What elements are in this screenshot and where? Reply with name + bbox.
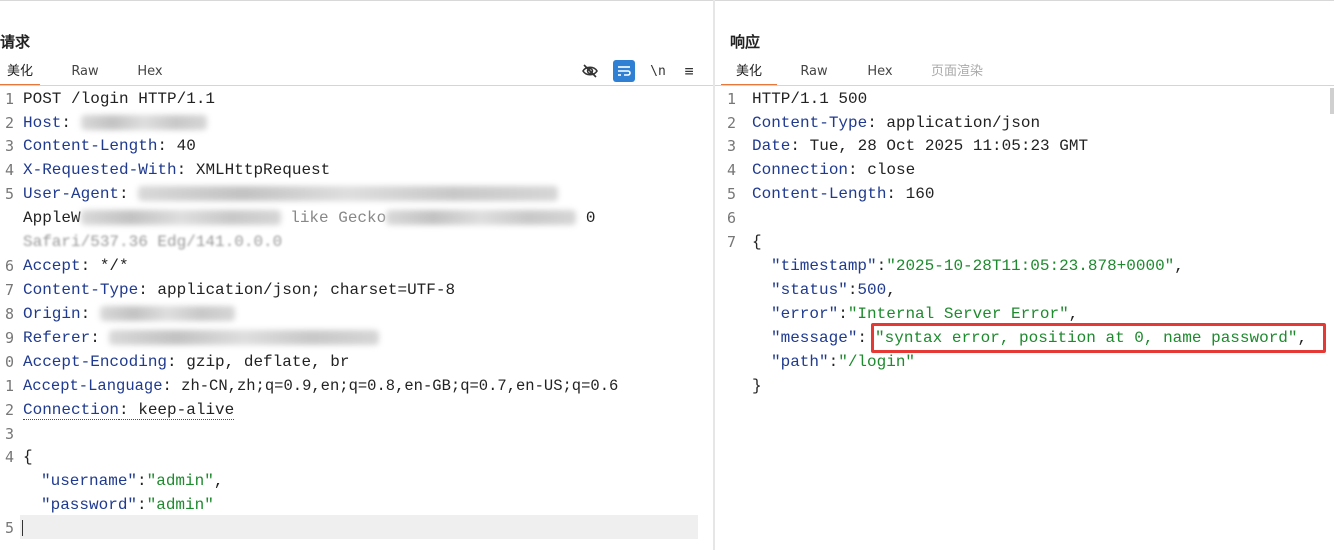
request-line: 1 Accept-Language: zh-CN,zh;q=0.9,en;q=0…: [4, 377, 619, 395]
eye-slash-icon[interactable]: [579, 60, 601, 82]
response-line: 2 Content-Type: application/json: [726, 114, 1041, 132]
request-line: 3: [4, 425, 14, 443]
response-line: 3 Date: Tue, 28 Oct 2025 11:05:23 GMT: [726, 137, 1089, 155]
tab-raw[interactable]: Raw: [62, 60, 108, 84]
response-editor[interactable]: 1 HTTP/1.1 500 2 Content-Type: applicati…: [715, 87, 1334, 550]
redacted-host: [80, 115, 207, 131]
redacted-user-agent: [138, 186, 559, 202]
request-line: 2 Connection: keep-alive: [4, 401, 235, 420]
tab-hex[interactable]: Hex: [126, 60, 174, 84]
tab-hex[interactable]: Hex: [857, 60, 903, 84]
json-line: }: [752, 377, 762, 395]
tab-pretty[interactable]: 美化: [721, 60, 777, 86]
request-line: 7 Content-Type: application/json; charse…: [4, 281, 456, 299]
request-line: 9 Referer:: [0, 326, 713, 350]
json-line: "path":"/login": [771, 353, 916, 371]
json-line: "status":500,: [771, 281, 896, 299]
tab-render[interactable]: 页面渲染: [923, 60, 991, 84]
request-line: 6 Accept: */*: [4, 257, 129, 275]
tabs-divider: [0, 85, 713, 86]
request-line: 5: [4, 519, 14, 537]
request-line: 1 POST /login HTTP/1.1: [4, 90, 216, 108]
request-editor[interactable]: 1 POST /login HTTP/1.1 2 Host: 3 Content…: [0, 87, 713, 550]
request-line-continued: AppleW like Gecko 0: [23, 209, 596, 227]
wrap-icon[interactable]: [613, 60, 635, 82]
newline-toggle[interactable]: \n: [647, 60, 669, 82]
request-line: 4 {: [4, 448, 33, 466]
redacted-referer: [109, 330, 380, 346]
tab-pretty[interactable]: 美化: [0, 60, 40, 86]
error-message-highlight: [871, 323, 1326, 353]
response-tabs: 美化 Raw Hex 页面渲染: [715, 60, 1334, 86]
response-line: 6: [726, 209, 736, 227]
response-line: 7 {: [726, 233, 762, 251]
response-line: 4 Connection: close: [726, 161, 916, 179]
tabs-divider: [715, 85, 1334, 86]
request-line: 3 Content-Length: 40: [4, 137, 196, 155]
request-toolbar: \n ≡: [579, 60, 699, 82]
response-pane: 响应 美化 Raw Hex 页面渲染 1 HTTP/1.1 500 2 Cont…: [715, 0, 1334, 550]
json-line: "timestamp":"2025-10-28T11:05:23.878+000…: [771, 257, 1184, 275]
text-caret: [22, 520, 23, 536]
menu-icon[interactable]: ≡: [678, 60, 700, 82]
request-line-continued: Safari/537.36 Edg/141.0.0.0: [23, 233, 283, 251]
request-line: 4 X-Requested-With: XMLHttpRequest: [4, 161, 331, 179]
response-line: 5 Content-Length: 160: [726, 185, 935, 203]
request-pane: 请求 美化 Raw Hex \n ≡ 1 POST /login HTTP/1.…: [0, 0, 713, 550]
redacted-origin: [99, 306, 235, 322]
request-title: 请求: [0, 33, 31, 51]
response-title: 响应: [730, 33, 761, 51]
request-line: 5 User-Agent:: [0, 182, 713, 206]
json-body-line: "username":"admin",: [41, 472, 224, 490]
request-line: 2 Host:: [0, 111, 713, 135]
response-line: 1 HTTP/1.1 500: [726, 90, 868, 108]
request-line: 0 Accept-Encoding: gzip, deflate, br: [4, 353, 350, 371]
json-body-line: "password":"admin": [41, 496, 214, 514]
request-line: 8 Origin:: [0, 302, 713, 326]
tab-raw[interactable]: Raw: [791, 60, 837, 84]
